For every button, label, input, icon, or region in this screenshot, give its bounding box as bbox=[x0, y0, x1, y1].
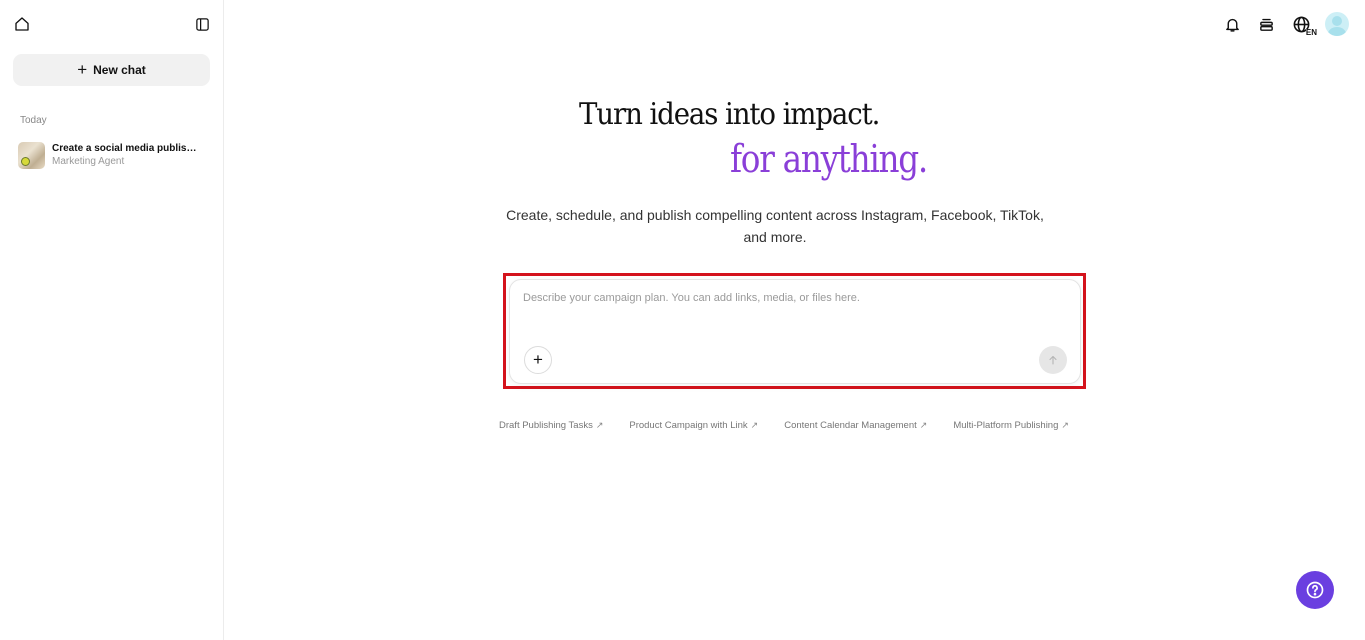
headline-accent: for anything. bbox=[730, 137, 928, 181]
bell-icon bbox=[1225, 18, 1239, 32]
arrow-up-right-icon: ↗ bbox=[1061, 420, 1069, 430]
suggestion-draft-publishing-tasks[interactable]: Draft Publishing Tasks ↗ bbox=[499, 420, 603, 431]
attach-button[interactable]: + bbox=[524, 346, 552, 374]
sidebar-toolbar bbox=[12, 14, 212, 34]
hero-subtitle: Create, schedule, and publish compelling… bbox=[506, 207, 1044, 245]
sidebar-collapse-icon bbox=[195, 17, 209, 31]
sidebar-collapse-button[interactable] bbox=[192, 14, 212, 34]
arrow-up-right-icon: ↗ bbox=[750, 420, 759, 430]
app-root: + New chat Today Create a social media p… bbox=[0, 0, 1365, 640]
user-avatar[interactable] bbox=[1325, 12, 1349, 36]
chat-thumbnail bbox=[18, 141, 45, 169]
suggestion-label: Product Campaign with Link bbox=[629, 420, 748, 431]
home-button[interactable] bbox=[12, 14, 32, 34]
suggestion-label: Content Calendar Management bbox=[784, 420, 917, 431]
suggestion-product-campaign[interactable]: Product Campaign with Link ↗ bbox=[629, 420, 758, 431]
prompt-box: + bbox=[509, 279, 1081, 384]
home-icon bbox=[15, 17, 29, 31]
chat-text: Create a social media publishin... Marke… bbox=[52, 142, 202, 168]
arrow-up-right-icon: ↗ bbox=[919, 420, 928, 430]
chat-title: Create a social media publishin... bbox=[52, 143, 202, 154]
headline: Turn ideas into impact. bbox=[579, 97, 880, 132]
topbar: EN bbox=[1221, 12, 1349, 37]
suggestion-content-calendar[interactable]: Content Calendar Management ↗ bbox=[784, 420, 927, 431]
new-chat-label: New chat bbox=[93, 63, 146, 77]
suggestion-label: Draft Publishing Tasks bbox=[499, 420, 593, 431]
stack-button[interactable] bbox=[1255, 13, 1277, 35]
send-button[interactable] bbox=[1039, 346, 1067, 374]
language-button[interactable]: EN bbox=[1289, 13, 1317, 37]
section-label-today: Today bbox=[20, 115, 47, 126]
help-button[interactable] bbox=[1296, 571, 1334, 609]
suggestion-multi-platform[interactable]: Multi-Platform Publishing ↗ bbox=[953, 420, 1069, 431]
stack-icon bbox=[1259, 18, 1273, 31]
plus-icon: + bbox=[533, 350, 543, 369]
language-code: EN bbox=[1305, 28, 1317, 37]
arrow-up-icon bbox=[1049, 355, 1057, 365]
new-chat-button[interactable]: + New chat bbox=[13, 54, 210, 86]
chat-history-item[interactable]: Create a social media publishin... Marke… bbox=[18, 140, 214, 170]
sidebar: + New chat Today Create a social media p… bbox=[0, 0, 224, 640]
suggestion-list: Draft Publishing Tasks ↗ Product Campaign… bbox=[499, 420, 1069, 431]
arrow-up-right-icon: ↗ bbox=[595, 420, 604, 430]
notifications-button[interactable] bbox=[1221, 13, 1243, 35]
prompt-input[interactable] bbox=[523, 292, 1063, 332]
help-icon bbox=[1306, 581, 1324, 599]
chat-subtitle: Marketing Agent bbox=[52, 156, 125, 167]
suggestion-label: Multi-Platform Publishing bbox=[953, 420, 1059, 431]
plus-icon: + bbox=[77, 59, 88, 79]
